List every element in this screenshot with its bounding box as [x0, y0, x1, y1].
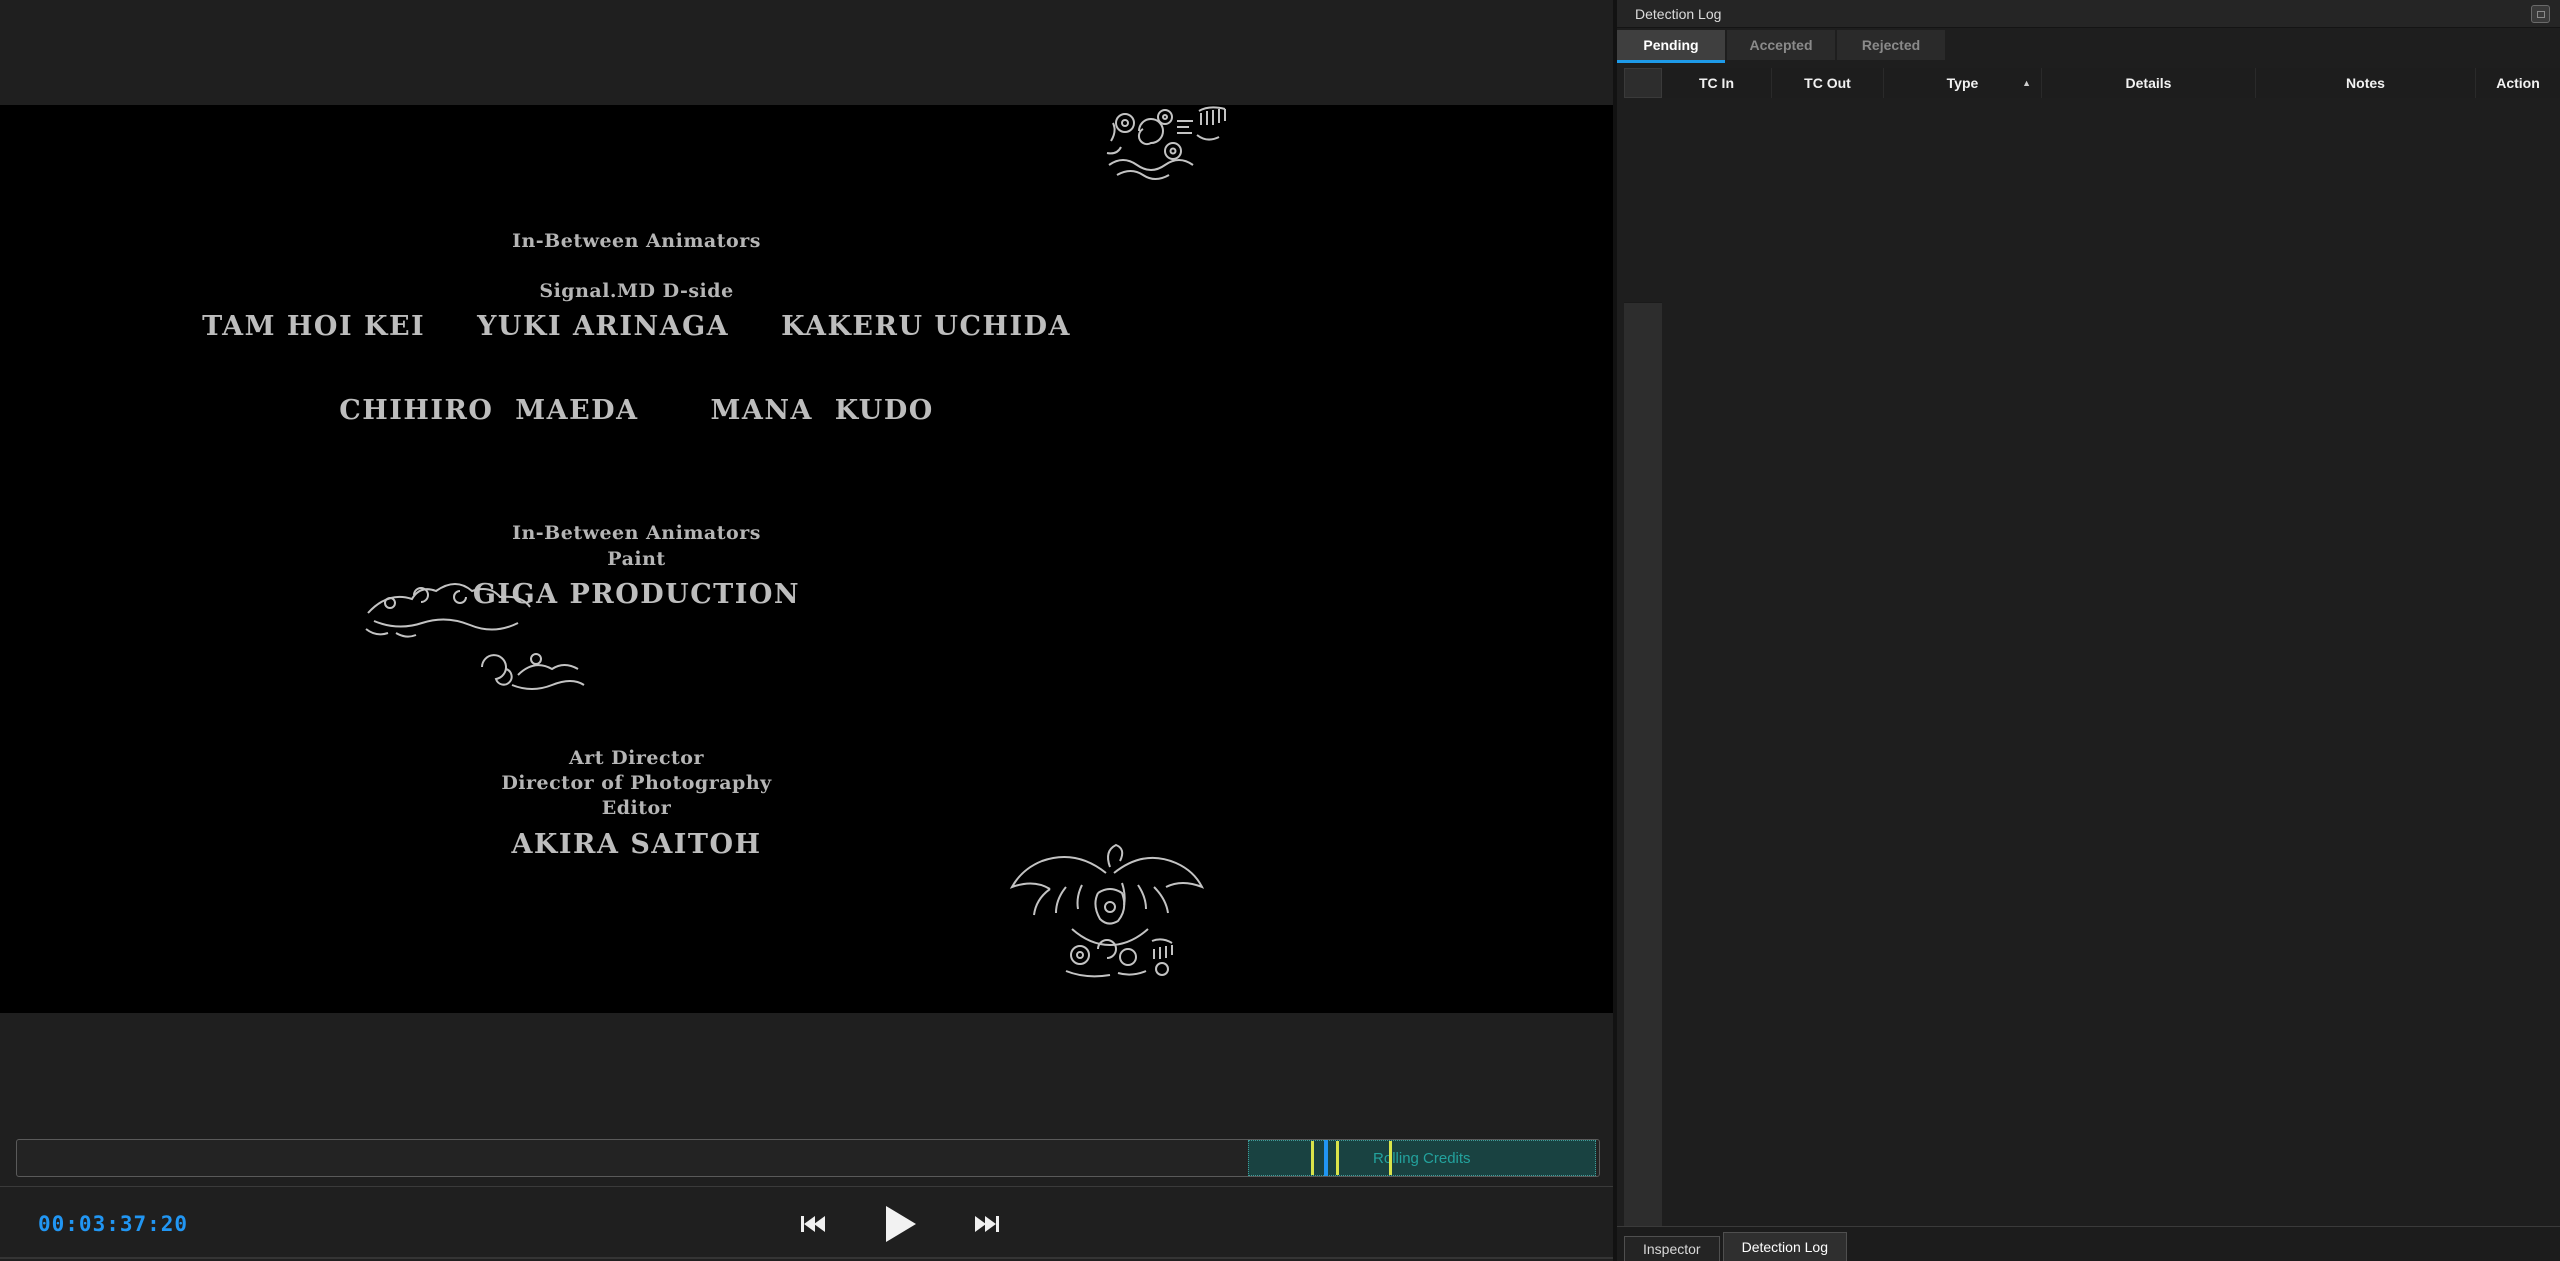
column-header-details[interactable]: Details: [2042, 68, 2256, 98]
play-icon: [882, 1204, 918, 1244]
skip-forward-button[interactable]: [974, 1213, 1000, 1235]
credit-name: CHIHIRO MAEDA: [339, 395, 638, 426]
event-marker[interactable]: [1389, 1141, 1392, 1175]
skip-forward-icon: [974, 1213, 1000, 1235]
credit-caption: Signal.MD D-side: [0, 280, 1273, 302]
row-header-strip: [1624, 302, 1662, 1226]
player-area: In-Between Animators Signal.MD D-side TA…: [0, 0, 1613, 1261]
column-header-label: Type: [1947, 75, 1979, 91]
table-corner-cell: [1624, 68, 1662, 98]
divider: [0, 1186, 1613, 1187]
credit-caption: In-Between Animators: [0, 522, 1273, 544]
credit-name: TAM HOI KEI: [202, 311, 425, 342]
credit-name: GIGA PRODUCTION: [0, 579, 1273, 610]
panel-titlebar[interactable]: Detection Log: [1617, 0, 2560, 28]
table-header: TC In TC Out Type ▲ Details Notes Action: [1624, 68, 2560, 98]
skip-back-button[interactable]: [800, 1213, 826, 1235]
event-marker[interactable]: [1311, 1141, 1314, 1175]
credit-name: KAKERU UCHIDA: [781, 311, 1071, 342]
dock-tab-inspector[interactable]: Inspector: [1624, 1236, 1720, 1261]
sketch-doodle-middle-left-2: [472, 637, 590, 695]
credit-names-row: TAM HOI KEI YUKI ARINAGA KAKERU UCHIDA: [0, 311, 1273, 342]
column-header-type[interactable]: Type ▲: [1884, 68, 2042, 98]
timeline-track[interactable]: Rolling Credits: [16, 1139, 1600, 1177]
detection-table: TC In TC Out Type ▲ Details Notes Action: [1624, 68, 2560, 1226]
dock-tab-bar: Inspector Detection Log: [1617, 1226, 2560, 1261]
skip-back-icon: [800, 1213, 826, 1235]
play-button[interactable]: [882, 1204, 918, 1244]
column-header-action[interactable]: Action: [2476, 68, 2560, 98]
detection-log-panel: Detection Log Pending Accepted Rejected …: [1617, 0, 2560, 1261]
dock-tab-detection-log[interactable]: Detection Log: [1723, 1232, 1847, 1261]
tab-rejected[interactable]: Rejected: [1837, 30, 1945, 60]
credit-names-row: CHIHIRO MAEDA MANA KUDO: [0, 395, 1273, 426]
sketch-doodle-middle-left: [360, 573, 548, 647]
float-panel-icon[interactable]: [2531, 5, 2550, 23]
credit-caption: In-Between Animators: [0, 230, 1273, 252]
column-header-notes[interactable]: Notes: [2256, 68, 2476, 98]
sketch-doodle-top-right: [1103, 105, 1235, 189]
tab-pending[interactable]: Pending: [1617, 30, 1725, 60]
event-marker[interactable]: [1336, 1141, 1339, 1175]
credit-caption: Director of Photography: [0, 772, 1273, 794]
timeline-segment-rolling-credits[interactable]: Rolling Credits: [1248, 1140, 1596, 1176]
window-bottom-edge: [0, 1257, 1613, 1259]
credit-name: YUKI ARINAGA: [477, 311, 729, 342]
credit-caption: Editor: [0, 797, 1273, 819]
panel-title: Detection Log: [1635, 6, 1721, 22]
column-header-tc-out[interactable]: TC Out: [1772, 68, 1884, 98]
application-window: In-Between Animators Signal.MD D-side TA…: [0, 0, 2560, 1261]
tab-accepted[interactable]: Accepted: [1727, 30, 1835, 60]
transport-controls: [800, 1196, 1000, 1252]
sketch-doodle-bottom: [1002, 833, 1218, 983]
status-tabs: Pending Accepted Rejected: [1617, 30, 2560, 66]
credit-caption: Art Director: [0, 747, 1273, 769]
timecode-display: 00:03:37:20: [38, 1212, 188, 1236]
video-viewport[interactable]: In-Between Animators Signal.MD D-side TA…: [0, 105, 1613, 1013]
playhead-marker[interactable]: [1324, 1140, 1328, 1176]
credit-caption: Paint: [0, 548, 1273, 570]
sort-ascending-icon: ▲: [2022, 78, 2031, 88]
column-header-tc-in[interactable]: TC In: [1662, 68, 1772, 98]
credit-name: MANA KUDO: [711, 395, 934, 426]
